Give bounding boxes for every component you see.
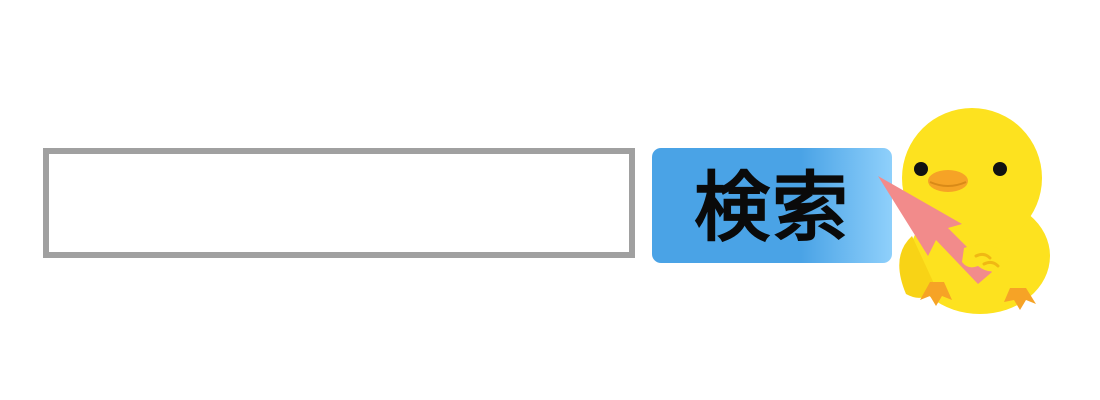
- search-button-label: 検索: [694, 162, 850, 252]
- search-field-container[interactable]: [43, 148, 635, 258]
- chick-mascot-illustration: [878, 108, 1050, 314]
- search-button[interactable]: 検索: [652, 148, 892, 263]
- search-input[interactable]: [49, 154, 629, 252]
- chick-beak: [928, 170, 968, 192]
- chick-eye-right: [993, 162, 1007, 176]
- chick-eye-left: [914, 162, 928, 176]
